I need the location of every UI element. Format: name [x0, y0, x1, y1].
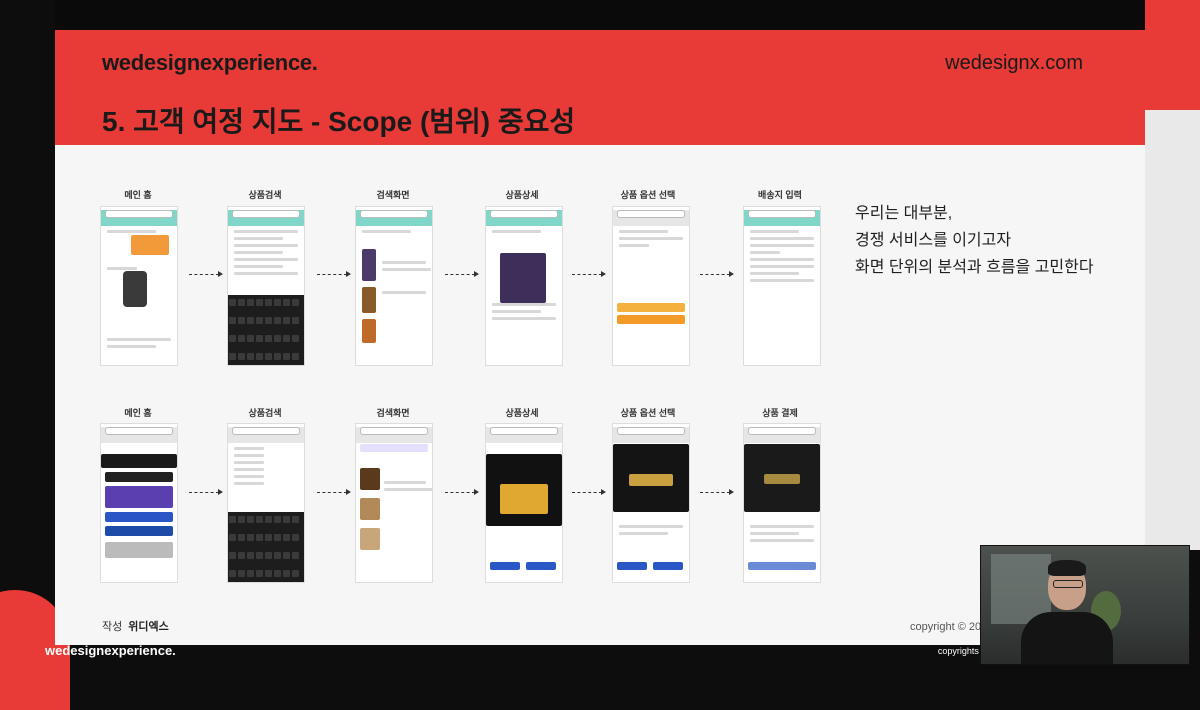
slide-author: 작성 위디엑스	[102, 618, 169, 634]
flow-arrow	[317, 271, 351, 277]
row2-screen-payment	[743, 423, 821, 583]
row1-label-search-screen: 검색화면	[376, 190, 410, 200]
row2-screen-product-search	[227, 423, 305, 583]
quote-line: 경쟁 서비스를 이기고자	[855, 232, 1012, 249]
top-bar	[55, 0, 1145, 30]
row1-label-product-detail: 상품상세	[505, 190, 539, 200]
row1-screen-product-search	[227, 206, 305, 366]
flow-arrow	[445, 489, 479, 495]
flow-arrow	[700, 271, 734, 277]
slide-quote: 우리는 대부분, 경쟁 서비스를 이기고자 화면 단위의 분석과 흐름을 고민한…	[855, 200, 1094, 281]
slide-title: 5. 고객 여정 지도 - Scope (범위) 중요성	[102, 106, 576, 137]
flow-arrow	[700, 489, 734, 495]
quote-line: 화면 단위의 분석과 흐름을 고민한다	[855, 259, 1094, 276]
slide-site-url: wedesignx.com	[945, 52, 1083, 74]
row1-screen-product-detail	[485, 206, 563, 366]
flow-arrow	[189, 489, 223, 495]
row1-label-product-search: 상품검색	[248, 190, 282, 200]
quote-line: 우리는 대부분,	[855, 205, 953, 222]
keyboard	[228, 295, 304, 365]
author-name: 위디엑스	[128, 621, 169, 633]
flow-arrow	[317, 489, 351, 495]
flow-arrow	[572, 489, 606, 495]
row2-label-product-detail: 상품상세	[505, 408, 539, 418]
row1-screen-option-select	[612, 206, 690, 366]
row2-screen-search-results	[355, 423, 433, 583]
flow-arrow	[445, 271, 479, 277]
author-label: 작성	[102, 621, 123, 633]
background-light-strip	[1140, 110, 1200, 550]
slide-brand: wedesignexperience.	[102, 50, 318, 75]
row2-screen-product-detail	[485, 423, 563, 583]
row2-screen-main-home	[100, 423, 178, 583]
presenter-video	[980, 545, 1190, 665]
flow-arrow	[572, 271, 606, 277]
flow-arrow	[189, 271, 223, 277]
row2-label-search-screen: 검색화면	[376, 408, 410, 418]
row2-label-main-home: 메인 홈	[124, 408, 152, 418]
footer-brand: wedesignexperience.	[45, 643, 176, 658]
keyboard	[228, 512, 304, 582]
row1-label-shipping: 배송지 입력	[758, 190, 802, 200]
row1-screen-shipping-input	[743, 206, 821, 366]
slide-header: wedesignexperience. wedesignx.com 5. 고객 …	[55, 30, 1145, 145]
row2-screen-option-select	[612, 423, 690, 583]
row1-screen-search-results	[355, 206, 433, 366]
row1-label-main-home: 메인 홈	[124, 190, 152, 200]
row1-label-option-select: 상품 옵션 선택	[620, 190, 676, 200]
row2-label-payment: 상품 결제	[762, 408, 798, 418]
row1-screen-main-home	[100, 206, 178, 366]
row2-label-product-search: 상품검색	[248, 408, 282, 418]
row2-label-option-select: 상품 옵션 선택	[620, 408, 676, 418]
